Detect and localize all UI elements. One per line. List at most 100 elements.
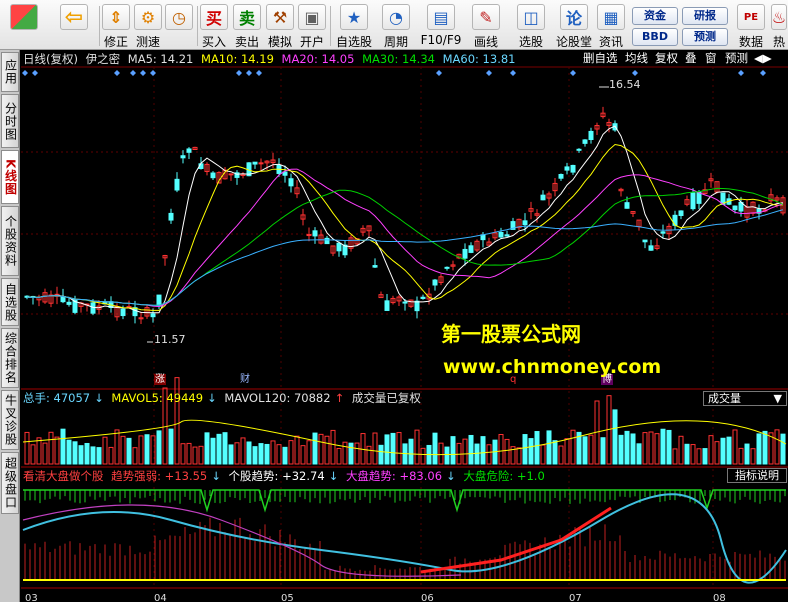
sidebar-tab-7[interactable]: 超级盘口: [1, 452, 19, 514]
watchlist-button[interactable]: ★ 自选股: [332, 0, 376, 50]
back-arrow-icon: ⇦: [60, 4, 88, 30]
fix-button[interactable]: ⇕ 修正: [100, 0, 132, 50]
signal-diamond-icon: [236, 70, 242, 76]
volume-bar: [372, 432, 378, 465]
sidebar-tab-5[interactable]: 综合排名: [1, 328, 19, 388]
volume-bar: [438, 442, 444, 465]
down-arrow-icon: ↓: [328, 469, 339, 483]
volume-bar: [756, 433, 762, 465]
sidebar-tab-2[interactable]: K线图: [1, 150, 19, 204]
candle-body: [558, 174, 564, 179]
sidebar-tab-0[interactable]: 应用: [1, 52, 19, 92]
volume-bar: [762, 430, 768, 465]
volume-bar: [306, 440, 312, 465]
star-icon: ★: [340, 4, 368, 30]
buy-button[interactable]: 买 买入: [198, 0, 230, 50]
candle-body: [180, 155, 186, 159]
hot-button[interactable]: ♨ 热: [770, 0, 788, 50]
clock-test-button[interactable]: ◷: [163, 0, 195, 50]
chart-area[interactable]: 日线(复权) 伊之密 MA5: 14.21 MA10: 14.19 MA20: …: [21, 50, 788, 602]
funds-pill[interactable]: 资金: [632, 7, 678, 25]
volume-bar: [630, 433, 636, 465]
candle-body: [660, 231, 666, 234]
news-button[interactable]: ▦ 资讯: [596, 0, 626, 50]
sidebar-tab-1[interactable]: 分时图: [1, 94, 19, 148]
volume-bar: [252, 446, 258, 465]
volume-bar: [618, 434, 624, 465]
candle-body: [168, 212, 174, 221]
volume-bar: [48, 431, 54, 465]
speed-label: 测速: [135, 35, 160, 49]
select-stock-button[interactable]: ◫ 选股: [511, 0, 551, 50]
sell-button[interactable]: 卖 卖出: [231, 0, 263, 50]
event-tag-finance[interactable]: 财: [239, 374, 251, 385]
volume-bar: [390, 432, 396, 465]
volume-bar: [750, 448, 756, 465]
candle-body: [432, 279, 438, 286]
candle-body: [732, 205, 738, 211]
volume-bar: [738, 447, 744, 465]
volume-bar: [396, 432, 402, 465]
volume-bar: [378, 444, 384, 465]
speed-button[interactable]: ⚙ 测速: [132, 0, 164, 50]
volume-bar: [432, 432, 438, 465]
back-button[interactable]: ⇦: [52, 0, 96, 50]
period-label: 周期: [383, 35, 408, 49]
volume-bar: [642, 432, 648, 465]
forecast-pill[interactable]: 预测: [682, 28, 728, 46]
hot-icon: ♨: [771, 4, 787, 30]
volume-bar: [168, 428, 174, 465]
indicator-name: 看清大盘做个股: [23, 469, 104, 483]
volume-bar: [294, 435, 300, 465]
open-account-label: 开户: [299, 35, 324, 49]
indicator-help-button[interactable]: 指标说明: [727, 468, 787, 483]
mavol120-value: MAVOL120: 70882: [224, 391, 331, 405]
volume-bar: [648, 431, 654, 465]
data-button[interactable]: PE 数据: [734, 0, 768, 50]
volume-bar: [240, 437, 246, 465]
bbd-pill[interactable]: BBD: [632, 28, 678, 46]
signal-diamond-icon: [256, 70, 262, 76]
sidebar-tab-6[interactable]: 牛叉诊股: [1, 390, 19, 450]
sell-label: 卖出: [234, 35, 259, 49]
draw-line-button[interactable]: ✎ 画线: [466, 0, 506, 50]
research-pill[interactable]: 研报: [682, 7, 728, 25]
market-trend-value: 大盘趋势: +83.06: [345, 469, 443, 483]
volume-bar: [366, 445, 372, 465]
simulate-button[interactable]: ⚒ 模拟: [264, 0, 296, 50]
signal-diamond-icon: [246, 70, 252, 76]
low-price-label: 11.57: [154, 333, 186, 346]
volume-bar: [726, 436, 732, 465]
x-axis-label: 03: [25, 593, 38, 602]
signal-diamond-icon: [436, 70, 442, 76]
news-icon: ▦: [597, 4, 625, 30]
candle-body: [336, 242, 342, 252]
menu-grid-button[interactable]: [2, 0, 46, 50]
high-price-label: 16.54: [609, 78, 641, 91]
sidebar-tab-3[interactable]: 个股资料: [1, 206, 19, 276]
x-axis-label: 07: [569, 593, 582, 602]
risk-comb: [24, 490, 786, 504]
candle-body: [678, 210, 684, 216]
volume-bar: [90, 446, 96, 465]
candle-body: [648, 245, 654, 251]
event-tag-limitup[interactable]: 涨: [154, 374, 166, 385]
f10-button[interactable]: ▤ F10/F9: [418, 0, 464, 50]
volume-bar: [408, 438, 414, 465]
period-button[interactable]: ◔ 周期: [378, 0, 414, 50]
candle-body: [186, 148, 192, 153]
indicator-header: 看清大盘做个股 趋势强弱: +13.55 ↓ 个股趋势: +32.74 ↓ 大盘趋势…: [23, 468, 549, 485]
volume-indicator-select[interactable]: 成交量 ▼: [703, 391, 787, 406]
candle-body: [420, 296, 426, 299]
watermark-title: 第一股票公式网: [441, 322, 581, 346]
sidebar-tab-4[interactable]: 自选股: [1, 278, 19, 326]
volume-bar: [192, 446, 198, 465]
volume-bar: [540, 444, 546, 465]
signal-diamond-icon: [760, 70, 766, 76]
candle-body: [252, 161, 258, 165]
volume-bar: [144, 434, 150, 465]
volume-bar: [774, 429, 780, 465]
signal-diamond-icon: [22, 70, 28, 76]
forum-button[interactable]: 论 论股堂: [554, 0, 594, 50]
open-account-button[interactable]: ▣ 开户: [296, 0, 328, 50]
